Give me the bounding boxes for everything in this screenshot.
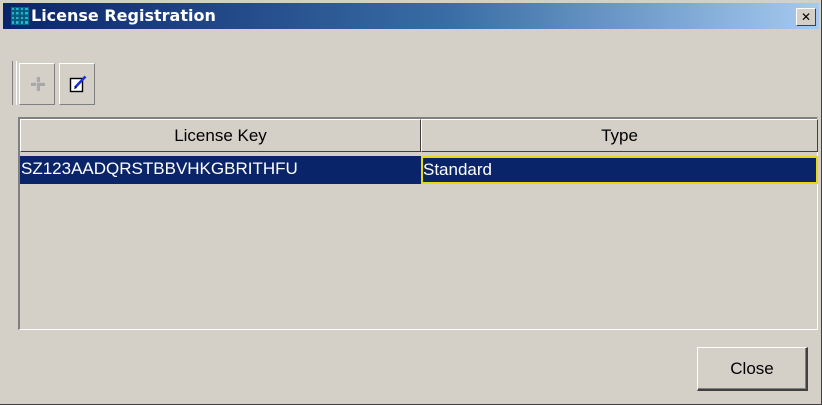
column-header-license-key[interactable]: License Key [20,119,421,152]
add-license-button[interactable] [19,63,55,105]
close-button[interactable]: Close [697,347,808,391]
license-table: License Key Type SZ123AADQRSTBBVHKGBRITH… [18,117,818,330]
column-header-type[interactable]: Type [421,119,818,152]
app-icon [11,7,29,25]
license-registration-dialog: License Registration ✕ License Key Type … [0,0,822,405]
edit-icon [69,75,87,93]
edit-license-button[interactable] [59,63,95,105]
window-close-button[interactable]: ✕ [796,8,816,26]
close-icon: ✕ [800,10,812,24]
window-title: License Registration [31,6,216,25]
title-bar[interactable]: License Registration ✕ [3,3,819,29]
toolbar-grip[interactable] [12,61,17,105]
add-icon [31,77,45,91]
license-key-cell[interactable]: SZ123AADQRSTBBVHKGBRITHFU [20,156,421,184]
type-cell[interactable]: Standard [421,156,818,184]
